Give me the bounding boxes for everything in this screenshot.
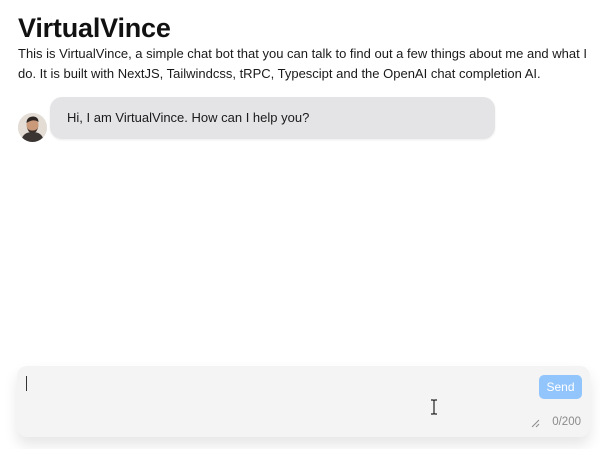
message-input[interactable] xyxy=(17,366,527,426)
chat-message-bot: Hi, I am VirtualVince. How can I help yo… xyxy=(18,93,495,142)
page-title: VirtualVince xyxy=(18,13,171,43)
chat-page: VirtualVince This is VirtualVince, a sim… xyxy=(0,0,600,449)
bot-avatar xyxy=(18,113,47,142)
message-composer: Send 0/200 xyxy=(17,366,590,437)
message-bubble: Hi, I am VirtualVince. How can I help yo… xyxy=(50,96,495,139)
text-cursor-icon xyxy=(431,399,437,415)
char-counter: 0/200 xyxy=(552,416,581,428)
page-intro: This is VirtualVince, a simple chat bot … xyxy=(18,46,587,81)
resize-handle-icon[interactable] xyxy=(530,418,540,428)
send-button[interactable]: Send xyxy=(539,375,582,399)
message-text: Hi, I am VirtualVince. How can I help yo… xyxy=(67,110,310,125)
text-caret xyxy=(26,376,27,391)
avatar-photo-icon xyxy=(18,113,47,142)
